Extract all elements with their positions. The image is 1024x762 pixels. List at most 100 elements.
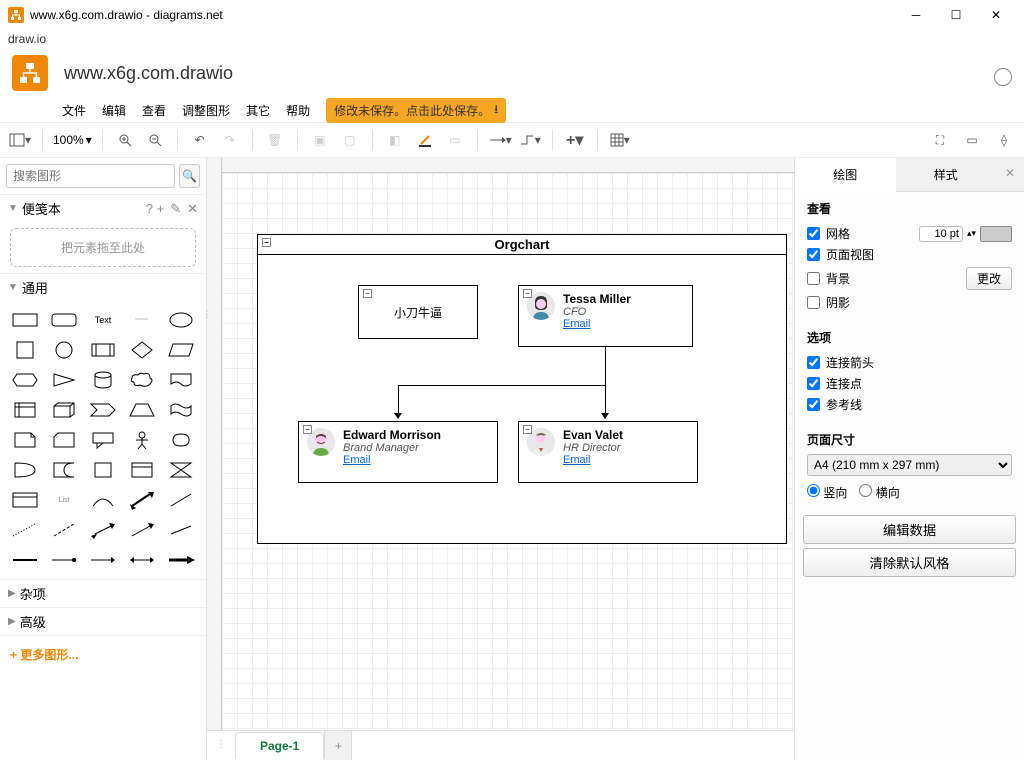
tab-diagram[interactable]: 绘图 bbox=[795, 158, 896, 192]
menu-view[interactable]: 查看 bbox=[142, 102, 166, 119]
orgchart-container[interactable]: −Orgchart −小刀牛逼 − Tessa MillerCFOEmail − bbox=[257, 234, 787, 544]
section-advanced[interactable]: 高级 bbox=[20, 612, 46, 631]
shape-dashed[interactable] bbox=[47, 517, 82, 543]
zoom-selector[interactable]: 100% ▾ bbox=[53, 133, 92, 147]
menu-edit[interactable]: 编辑 bbox=[102, 102, 126, 119]
shape-actor[interactable] bbox=[124, 427, 159, 453]
zoom-out-icon[interactable] bbox=[143, 128, 167, 152]
shape-hline2[interactable] bbox=[47, 547, 82, 573]
sidebar-toggle-icon[interactable]: ▾ bbox=[8, 128, 32, 152]
minimize-button[interactable]: ─ bbox=[896, 0, 936, 30]
search-icon[interactable]: 🔍 bbox=[179, 164, 200, 188]
shape-or[interactable] bbox=[8, 457, 43, 483]
pagesize-select[interactable]: A4 (210 mm x 297 mm) bbox=[807, 454, 1012, 476]
scratchpad-title[interactable]: 便笺本 bbox=[22, 199, 61, 218]
maximize-button[interactable]: ☐ bbox=[936, 0, 976, 30]
edit-icon[interactable]: ✎ bbox=[170, 201, 181, 217]
shape-hexagon[interactable] bbox=[8, 367, 43, 393]
shape-collate[interactable] bbox=[163, 457, 198, 483]
menu-other[interactable]: 其它 bbox=[246, 102, 270, 119]
chevron-down-icon[interactable]: ▼ bbox=[8, 282, 18, 293]
shape-circle[interactable] bbox=[47, 337, 82, 363]
toback-icon[interactable]: ▢ bbox=[338, 128, 362, 152]
collapse-icon[interactable]: − bbox=[262, 238, 271, 247]
section-general[interactable]: 通用 bbox=[22, 278, 48, 297]
shape-link[interactable] bbox=[163, 517, 198, 543]
shape-container[interactable] bbox=[124, 457, 159, 483]
shape-dotted[interactable] bbox=[8, 517, 43, 543]
pageview-checkbox[interactable] bbox=[807, 248, 820, 261]
collapse-icon[interactable]: − bbox=[303, 425, 312, 434]
shape-rect[interactable] bbox=[8, 307, 43, 333]
shape-hline[interactable] bbox=[8, 547, 43, 573]
email-link[interactable]: Email bbox=[343, 454, 441, 466]
collapse-icon[interactable]: − bbox=[523, 289, 532, 298]
shape-cloud[interactable] bbox=[124, 367, 159, 393]
menu-shape[interactable]: 调整图形 bbox=[182, 102, 230, 119]
document-title[interactable]: www.x6g.com.drawio bbox=[64, 63, 233, 84]
canvas[interactable]: −Orgchart −小刀牛逼 − Tessa MillerCFOEmail − bbox=[207, 158, 794, 730]
page-menu-icon[interactable]: ⫶ bbox=[207, 738, 235, 753]
shape-diamond[interactable] bbox=[124, 337, 159, 363]
shadow-icon[interactable]: ▭ bbox=[443, 128, 467, 152]
shape-document[interactable] bbox=[163, 367, 198, 393]
shape-curly[interactable] bbox=[163, 427, 198, 453]
add-page-button[interactable]: + bbox=[324, 731, 352, 760]
collapse-icon[interactable]: ⟠ bbox=[992, 128, 1016, 152]
shape-callout[interactable] bbox=[86, 427, 121, 453]
fullscreen-icon[interactable]: ⛶ bbox=[928, 128, 952, 152]
node-brand[interactable]: − Edward MorrisonBrand ManagerEmail bbox=[298, 421, 498, 483]
portrait-radio[interactable] bbox=[807, 484, 820, 497]
shape-note[interactable] bbox=[8, 427, 43, 453]
shape-arrow3[interactable] bbox=[124, 517, 159, 543]
redo-icon[interactable]: ↷ bbox=[218, 128, 242, 152]
chevron-right-icon[interactable]: ▶ bbox=[8, 588, 16, 599]
node-hr[interactable]: − Evan ValetHR DirectorEmail bbox=[518, 421, 698, 483]
shape-list2[interactable]: List bbox=[47, 487, 82, 513]
shape-cylinder[interactable] bbox=[86, 367, 121, 393]
connection-icon[interactable]: ▾ bbox=[488, 128, 512, 152]
shape-cube[interactable] bbox=[47, 397, 82, 423]
save-warning[interactable]: 修改未保存。点击此处保存。 ⭳ bbox=[326, 98, 506, 123]
shape-textbox[interactable]: ═══ bbox=[124, 307, 159, 333]
shape-hline5[interactable] bbox=[163, 547, 198, 573]
shape-hline4[interactable] bbox=[124, 547, 159, 573]
edit-data-button[interactable]: 编辑数据 bbox=[803, 515, 1016, 544]
splitter-handle[interactable]: ⫶ bbox=[203, 300, 211, 330]
page-tab[interactable]: Page-1 bbox=[235, 732, 324, 759]
shape-biarrow[interactable] bbox=[86, 517, 121, 543]
shape-tape[interactable] bbox=[163, 397, 198, 423]
grid-color-swatch[interactable] bbox=[980, 226, 1012, 242]
shape-step[interactable] bbox=[86, 397, 121, 423]
table-icon[interactable]: ▾ bbox=[608, 128, 632, 152]
shape-datastore[interactable] bbox=[86, 457, 121, 483]
shape-text[interactable]: Text bbox=[86, 307, 121, 333]
node-plain[interactable]: −小刀牛逼 bbox=[358, 285, 478, 339]
shape-line2[interactable] bbox=[163, 487, 198, 513]
zoom-in-icon[interactable] bbox=[113, 128, 137, 152]
shape-parallelogram[interactable] bbox=[163, 337, 198, 363]
shape-ellipse[interactable] bbox=[163, 307, 198, 333]
scratchpad-help[interactable]: ? + bbox=[146, 201, 164, 217]
menu-help[interactable]: 帮助 bbox=[286, 102, 310, 119]
fillcolor-icon[interactable]: ◧ bbox=[383, 128, 407, 152]
close-icon[interactable]: ✕ bbox=[187, 201, 198, 217]
collapse-icon[interactable]: − bbox=[363, 289, 372, 298]
waypoint-icon[interactable]: ▾ bbox=[518, 128, 542, 152]
shape-trapezoid[interactable] bbox=[124, 397, 159, 423]
shape-triangle[interactable] bbox=[47, 367, 82, 393]
conn-point-checkbox[interactable] bbox=[807, 377, 820, 390]
section-misc[interactable]: 杂项 bbox=[20, 584, 46, 603]
close-panel-icon[interactable]: ✕ bbox=[996, 158, 1024, 192]
format-panel-icon[interactable]: ▭ bbox=[960, 128, 984, 152]
shadow-checkbox[interactable] bbox=[807, 296, 820, 309]
delete-icon[interactable]: 🗑 bbox=[263, 128, 287, 152]
grid-checkbox[interactable] bbox=[807, 227, 820, 240]
shape-square[interactable] bbox=[8, 337, 43, 363]
conn-arrow-checkbox[interactable] bbox=[807, 356, 820, 369]
grid-size-input[interactable] bbox=[919, 226, 963, 242]
chevron-right-icon[interactable]: ▶ bbox=[8, 616, 16, 627]
close-button[interactable]: ✕ bbox=[976, 0, 1016, 30]
undo-icon[interactable]: ↶ bbox=[188, 128, 212, 152]
shape-arrow2[interactable] bbox=[124, 487, 159, 513]
